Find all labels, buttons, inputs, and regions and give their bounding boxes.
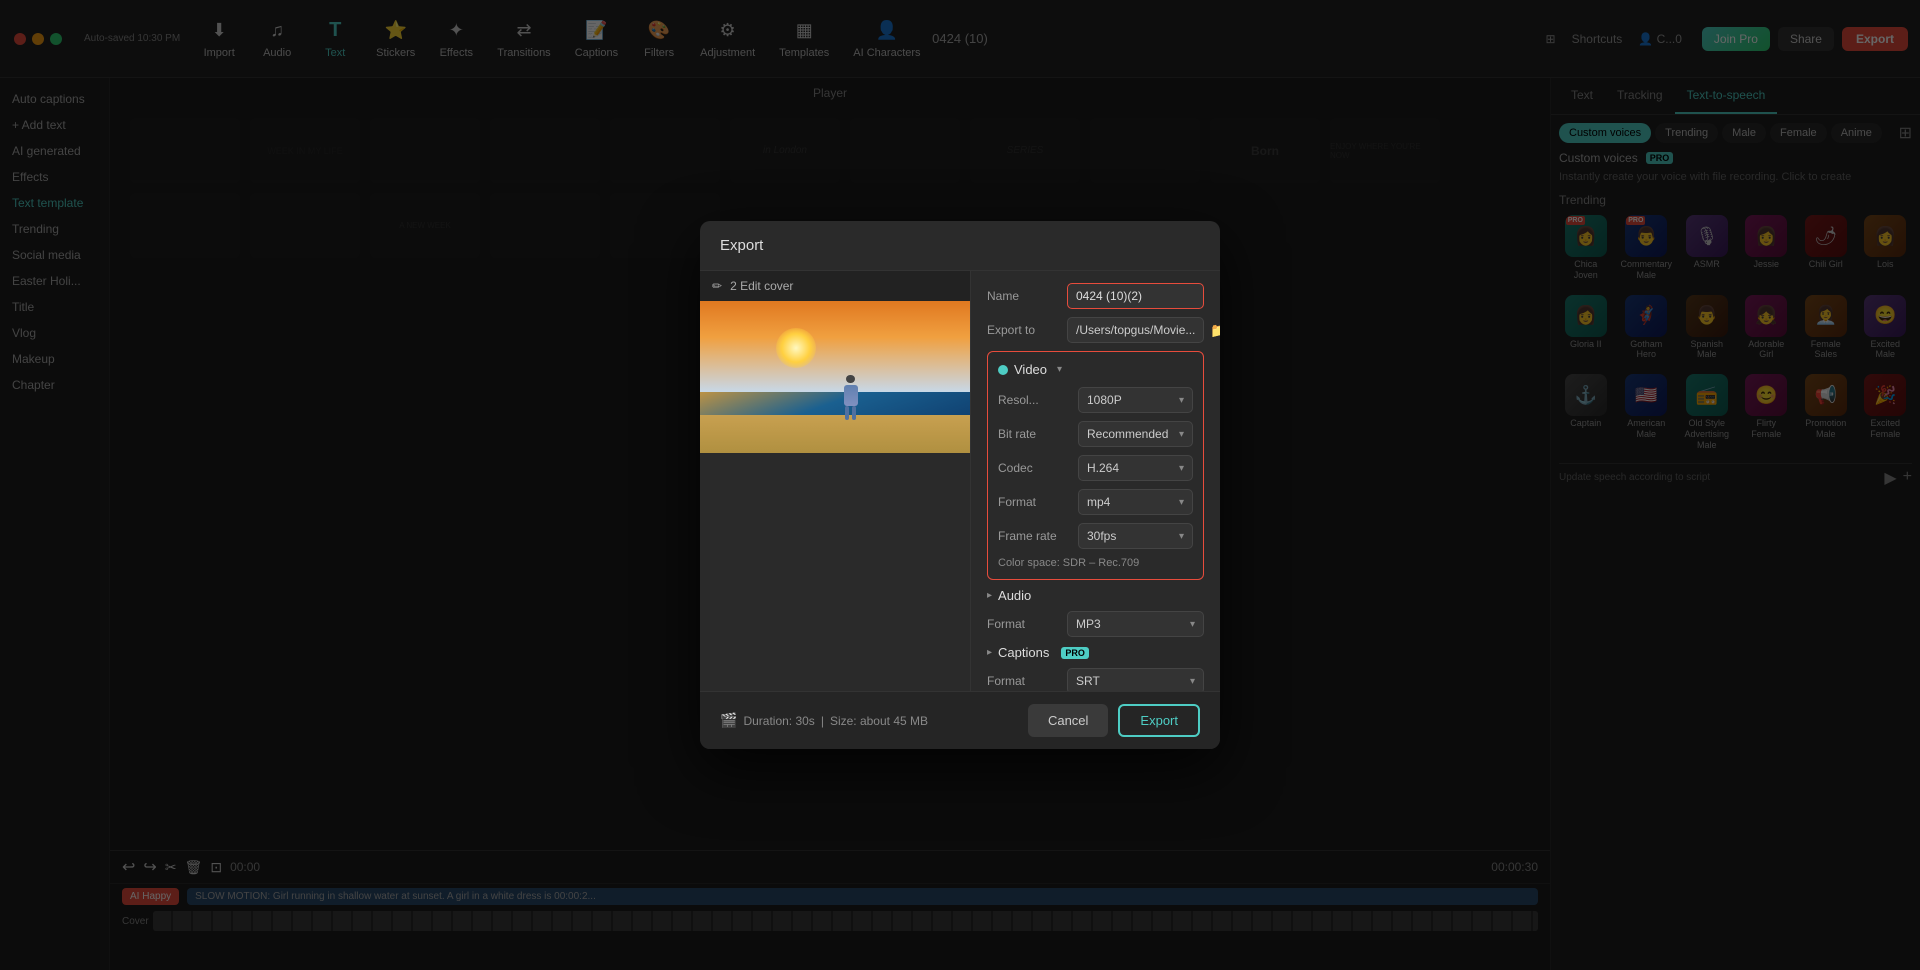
color-space-label: Color space: SDR – Rec.709 <box>998 557 1193 569</box>
modal-video-thumbnail <box>700 301 970 453</box>
setting-row-resolution: Resol... 1080P ▾ <box>998 387 1193 413</box>
setting-row-captions-format: Format SRT ▾ <box>987 668 1204 691</box>
captions-expand-icon: ▸ <box>987 647 992 658</box>
export-modal-button[interactable]: Export <box>1118 704 1200 737</box>
framerate-select[interactable]: 30fps ▾ <box>1078 523 1193 549</box>
modal-footer-buttons: Cancel Export <box>1028 704 1200 737</box>
video-section-box: Video ▾ Resol... 1080P ▾ Bit rate <box>987 351 1204 580</box>
captions-format-select[interactable]: SRT ▾ <box>1067 668 1204 691</box>
setting-row-framerate: Frame rate 30fps ▾ <box>998 523 1193 549</box>
name-input[interactable] <box>1067 283 1204 309</box>
modal-preview-header: ✏ 2 Edit cover <box>700 271 970 301</box>
modal-preview-panel: ✏ 2 Edit cover <box>700 271 970 691</box>
resolution-select[interactable]: 1080P ▾ <box>1078 387 1193 413</box>
setting-row-codec: Codec H.264 ▾ <box>998 455 1193 481</box>
captions-toggle-row[interactable]: ▸ Captions PRO <box>987 645 1204 660</box>
captions-section: ▸ Captions PRO Format SRT ▾ <box>987 645 1204 691</box>
format-select[interactable]: mp4 ▾ <box>1078 489 1193 515</box>
beach-sun <box>776 328 816 368</box>
setting-row-format: Format mp4 ▾ <box>998 489 1193 515</box>
modal-settings-panel: Name Export to /Users/topgus/Movie... 📁 <box>970 271 1220 691</box>
captions-format-chevron: ▾ <box>1190 676 1195 687</box>
audio-section: ▸ Audio Format MP3 ▾ <box>987 588 1204 637</box>
bitrate-chevron: ▾ <box>1179 429 1184 440</box>
modal-body: ✏ 2 Edit cover <box>700 271 1220 691</box>
export-to-input[interactable]: /Users/topgus/Movie... <box>1067 317 1204 343</box>
footer-info: 🎬 Duration: 30s | Size: about 45 MB <box>720 712 928 729</box>
video-dot <box>998 365 1008 375</box>
footer-duration: Duration: 30s <box>743 714 814 728</box>
setting-row-export-to: Export to /Users/topgus/Movie... 📁 <box>987 317 1204 343</box>
codec-select[interactable]: H.264 ▾ <box>1078 455 1193 481</box>
modal-footer: 🎬 Duration: 30s | Size: about 45 MB Canc… <box>700 691 1220 749</box>
audio-format-select[interactable]: MP3 ▾ <box>1067 611 1204 637</box>
footer-size: Size: about 45 MB <box>830 714 928 728</box>
setting-row-bitrate: Bit rate Recommended ▾ <box>998 421 1193 447</box>
name-field[interactable] <box>1076 289 1195 303</box>
modal-title: Export <box>700 221 1220 271</box>
folder-button[interactable]: 📁 <box>1210 322 1220 339</box>
audio-expand-icon: ▸ <box>987 590 992 601</box>
modal-overlay: Export ✏ 2 Edit cover <box>0 0 1920 970</box>
footer-separator: | <box>821 714 824 728</box>
framerate-chevron: ▾ <box>1179 531 1184 542</box>
resolution-chevron: ▾ <box>1179 395 1184 406</box>
beach-sand <box>700 415 970 453</box>
edit-icon: ✏ <box>712 279 722 293</box>
export-modal: Export ✏ 2 Edit cover <box>700 221 1220 749</box>
format-chevron: ▾ <box>1179 497 1184 508</box>
setting-row-name: Name <box>987 283 1204 309</box>
audio-format-chevron: ▾ <box>1190 619 1195 630</box>
beach-figure <box>845 375 857 420</box>
codec-chevron: ▾ <box>1179 463 1184 474</box>
video-arrow: ▾ <box>1057 364 1062 375</box>
video-section-header: Video ▾ <box>998 362 1193 377</box>
audio-toggle-row[interactable]: ▸ Audio <box>987 588 1204 603</box>
film-icon: 🎬 <box>720 712 737 729</box>
setting-row-audio-format: Format MP3 ▾ <box>987 611 1204 637</box>
bitrate-select[interactable]: Recommended ▾ <box>1078 421 1193 447</box>
cancel-button[interactable]: Cancel <box>1028 704 1108 737</box>
